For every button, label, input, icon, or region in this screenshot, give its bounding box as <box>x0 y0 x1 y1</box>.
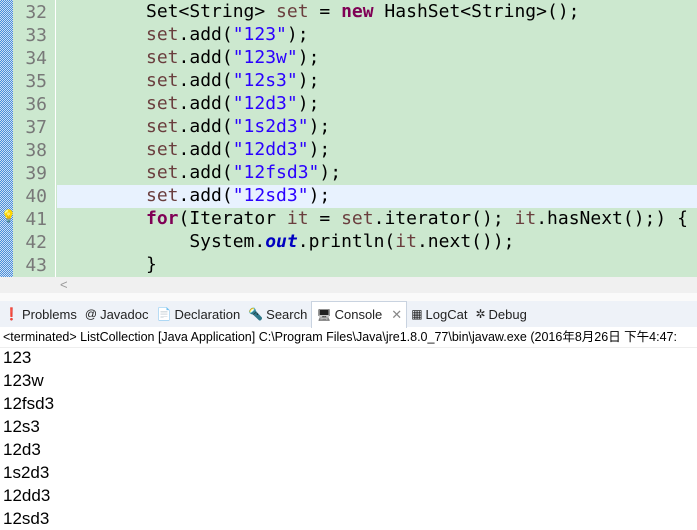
line-number: 41 <box>25 209 47 230</box>
output-line: 12fsd3 <box>3 394 55 413</box>
tab-search[interactable]: 🔦 Search <box>244 301 311 327</box>
line-number: 36 <box>25 94 47 115</box>
line-number: 34 <box>25 48 47 69</box>
output-line: 123w <box>3 371 44 390</box>
line-number: 37 <box>25 117 47 138</box>
code-line[interactable]: set.add("123"); <box>57 24 697 47</box>
line-number: 42 <box>25 232 47 253</box>
code-line[interactable]: set.add("12s3"); <box>57 70 697 93</box>
console-output: 123 123w 12fsd3 12s3 12d3 1s2d3 12dd3 12sd3 <box>3 346 54 530</box>
line-number-gutter: 32 33 34 35 36 37 38 39 40 41 42 43 <box>13 0 56 277</box>
at-icon: @ <box>84 307 98 321</box>
output-line: 1s2d3 <box>3 463 50 482</box>
code-line[interactable]: set.add("123w"); <box>57 47 697 70</box>
tab-label: Debug <box>488 306 527 322</box>
tab-console[interactable]: 🖥 Console ✕ <box>311 300 408 328</box>
line-number: 43 <box>25 255 47 276</box>
line-number: 39 <box>25 163 47 184</box>
problems-icon: ❗ <box>4 307 19 321</box>
horizontal-scrollbar[interactable]: < <box>0 277 697 293</box>
line-number: 35 <box>25 71 47 92</box>
code-editor[interactable]: 32 33 34 35 36 37 38 39 40 41 42 43 💡 Set<String> s… <box>0 0 697 277</box>
tab-declaration[interactable]: 📄 Declaration <box>152 301 244 327</box>
code-line[interactable]: set.add("1s2d3"); <box>57 116 697 139</box>
overview-ruler <box>0 0 13 277</box>
code-line[interactable]: } <box>57 254 697 277</box>
search-icon: 🔦 <box>248 307 264 321</box>
bug-icon: ✲ <box>475 307 486 321</box>
line-number: 32 <box>25 2 47 23</box>
logcat-icon: ▦ <box>411 307 423 321</box>
warning-lightbulb-icon[interactable]: 💡 <box>1 209 16 223</box>
code-line[interactable]: set.add("12fsd3"); <box>57 162 697 185</box>
output-line: 12sd3 <box>3 509 50 528</box>
tab-label: Console <box>334 307 383 322</box>
line-number: 38 <box>25 140 47 161</box>
tab-label: Javadoc <box>100 306 149 322</box>
code-line[interactable]: set.add("12dd3"); <box>57 139 697 162</box>
code-line[interactable]: Set<String> set = new HashSet<String>(); <box>57 1 697 24</box>
output-line: 123 <box>3 348 32 367</box>
tab-label: Declaration <box>174 306 241 322</box>
declaration-icon: 📄 <box>156 307 172 321</box>
tab-label: LogCat <box>425 306 468 322</box>
console-status: <terminated> ListCollection [Java Applic… <box>0 327 697 348</box>
code-line[interactable]: set.add("12d3"); <box>57 93 697 116</box>
tab-label: Search <box>266 306 308 322</box>
scroll-left-icon[interactable]: < <box>60 277 68 292</box>
line-number: 40 <box>25 186 47 207</box>
output-line: 12s3 <box>3 417 40 436</box>
tab-problems[interactable]: ❗ Problems <box>0 301 81 327</box>
tab-logcat[interactable]: ▦ LogCat <box>407 301 471 327</box>
console-icon: 🖥 <box>316 307 332 322</box>
close-icon[interactable]: ✕ <box>391 307 402 323</box>
tab-javadoc[interactable]: @ Javadoc <box>81 301 153 327</box>
code-line[interactable]: System.out.println(it.next()); <box>57 231 697 254</box>
tab-label: Problems <box>21 306 77 322</box>
tab-debug[interactable]: ✲ Debug <box>471 301 530 327</box>
view-tabs: ❗ Problems @ Javadoc 📄 Declaration 🔦 Search 🖥 Con… <box>0 300 697 328</box>
output-line: 12d3 <box>3 440 41 459</box>
line-number: 33 <box>25 25 47 46</box>
code-line[interactable]: for(Iterator it = set.iterator(); it.has… <box>57 208 697 231</box>
code-line[interactable]: set.add("12sd3"); <box>57 185 697 208</box>
output-line: 12dd3 <box>3 486 51 505</box>
